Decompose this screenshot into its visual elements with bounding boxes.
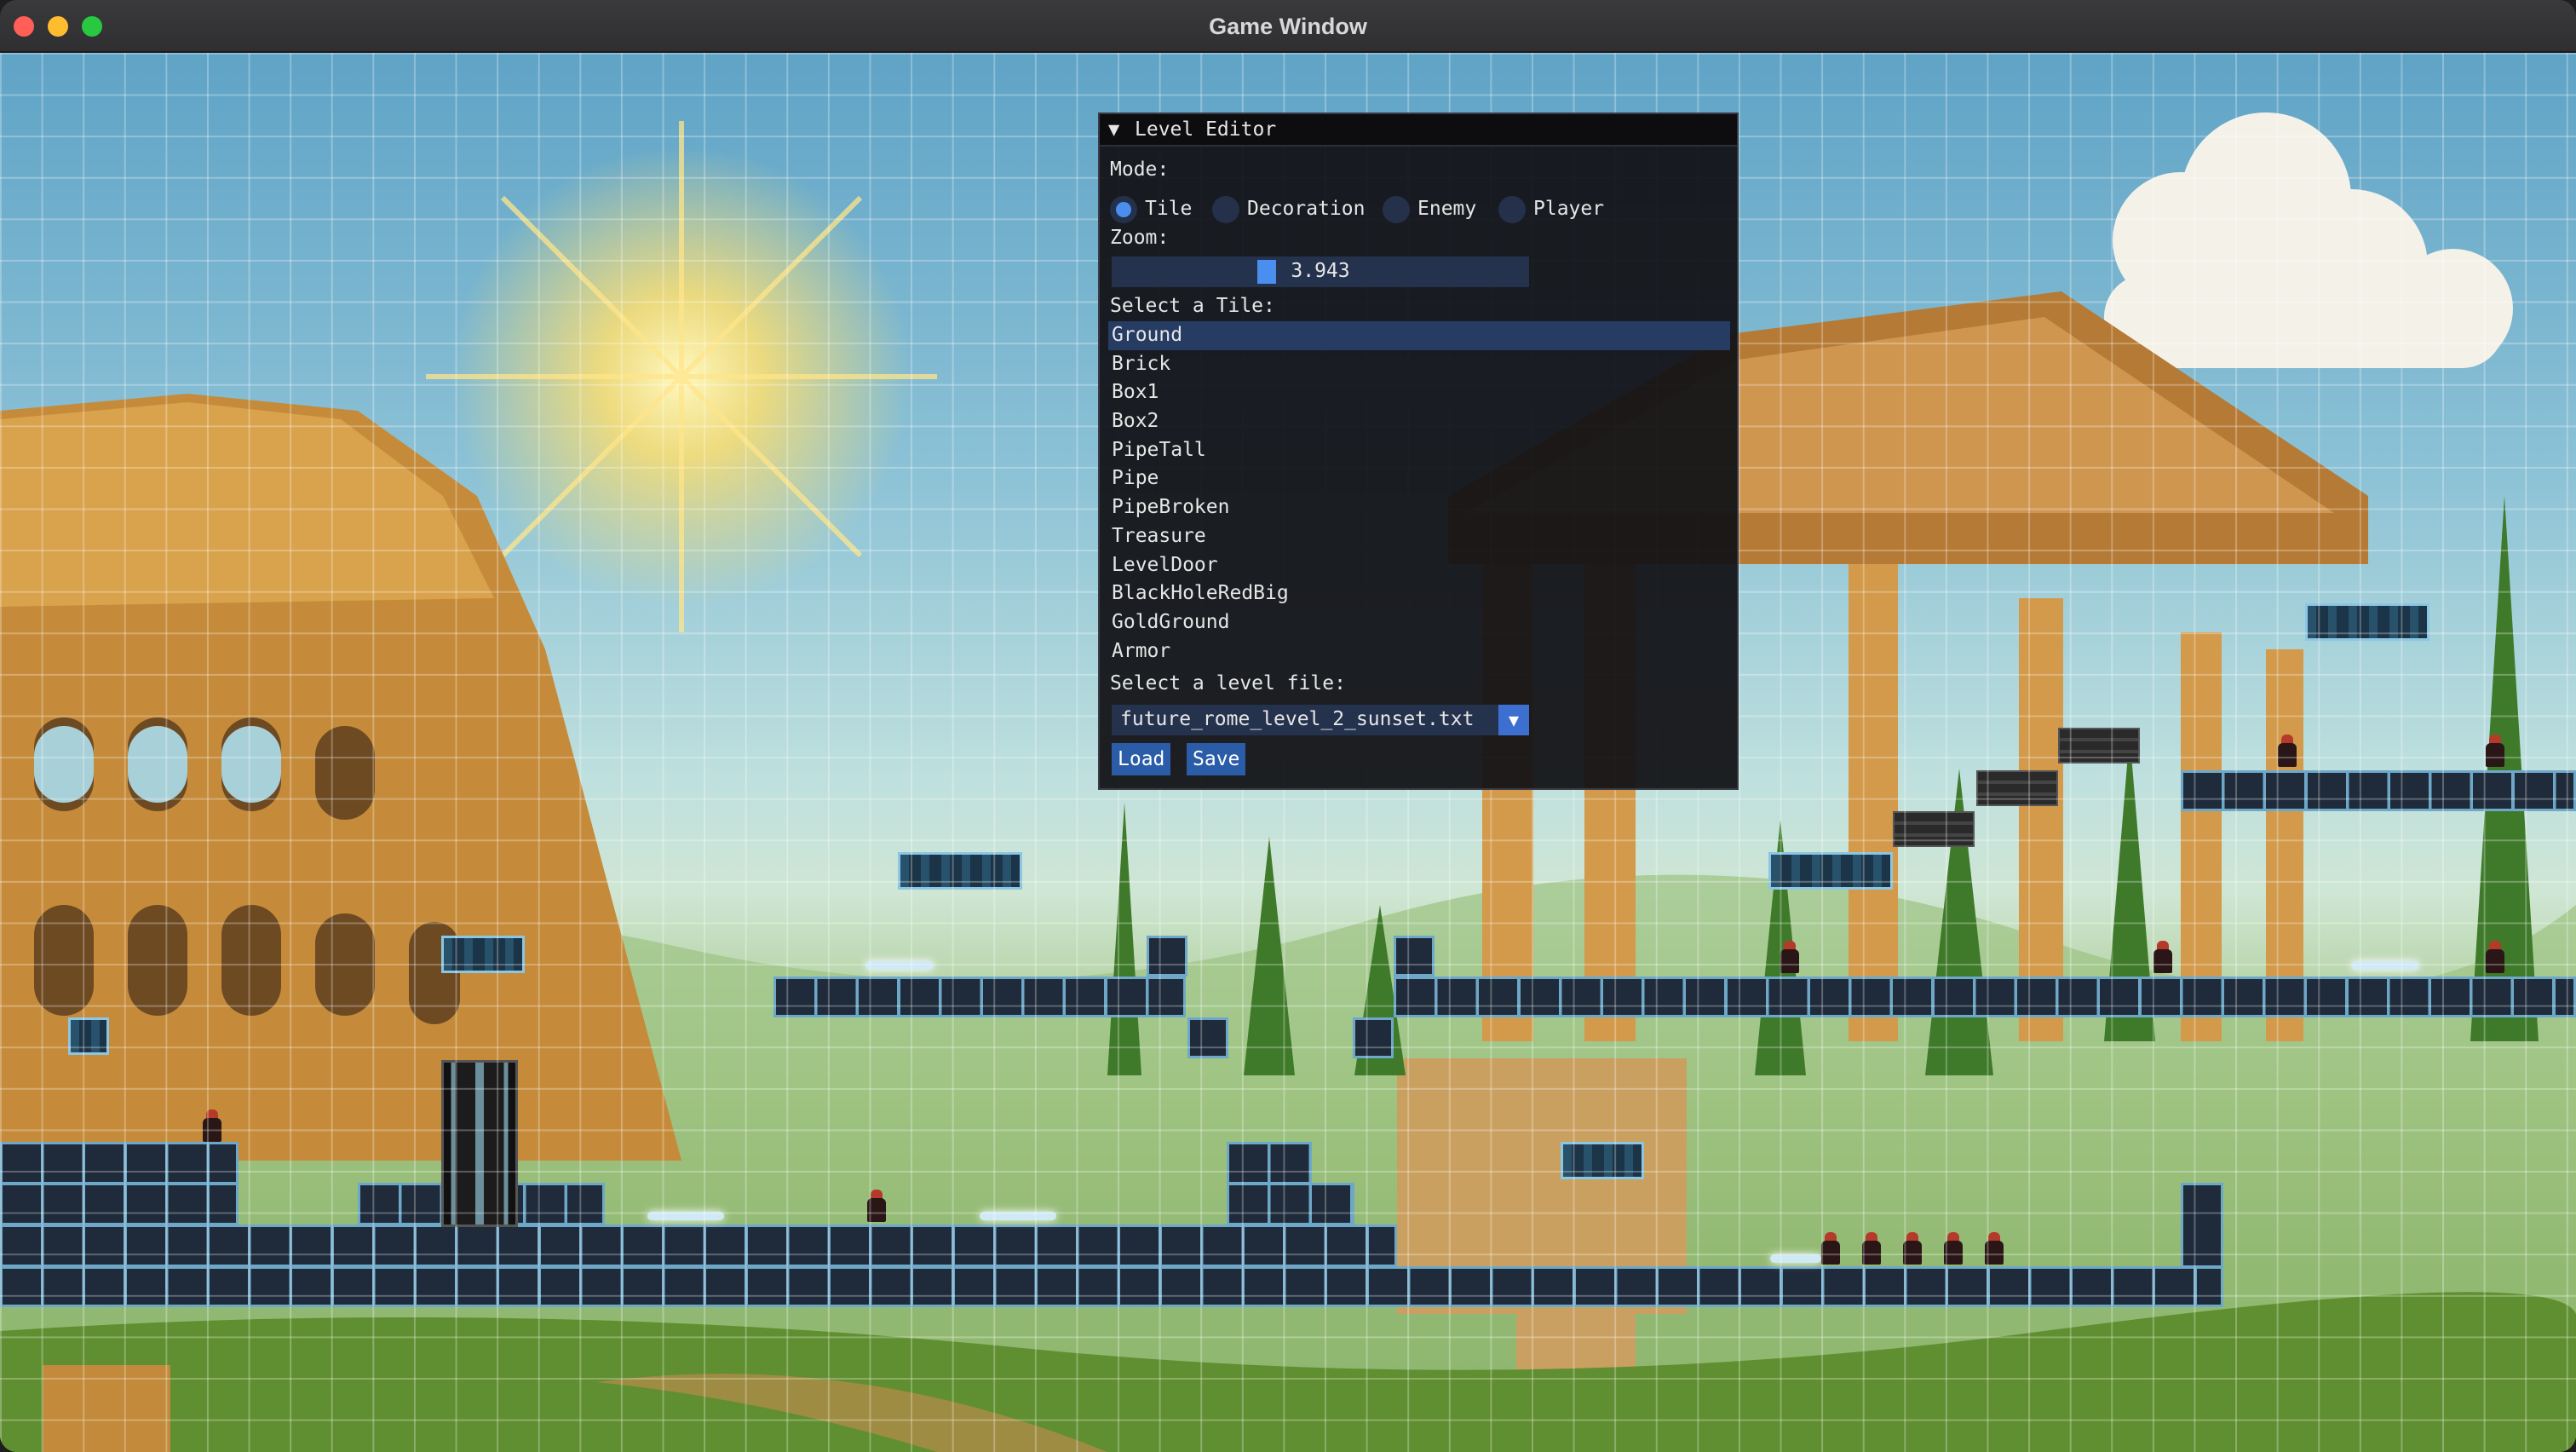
game-window: Game Window ▼ Level Editor Mode: Tile De…	[0, 0, 2576, 1452]
crate-row-3	[1768, 852, 1893, 890]
save-button[interactable]: Save	[1187, 743, 1246, 775]
platform-mid-right	[1394, 977, 2576, 1017]
ground-pillar-right	[2181, 1183, 2223, 1268]
mode-radio-label: Player	[1533, 198, 1605, 220]
platform-block	[1147, 936, 1187, 977]
tile-item-pipe[interactable]: Pipe	[1108, 464, 1730, 493]
level-file-dropdown[interactable]: future_rome_level_2_sunset.txt ▼	[1112, 705, 1529, 735]
tile-item-brick[interactable]: Brick	[1108, 350, 1730, 379]
level-editor-panel[interactable]: ▼ Level Editor Mode: Tile Decoration Ene…	[1098, 112, 1739, 790]
brick-platform-3	[1893, 811, 1975, 847]
mode-radio-label: Decoration	[1247, 198, 1366, 220]
tile-item-pipetall[interactable]: PipeTall	[1108, 436, 1730, 465]
enemy-soldier	[1980, 1232, 2009, 1265]
crate-row-2	[441, 936, 525, 973]
editor-title-bar[interactable]: ▼ Level Editor	[1100, 114, 1737, 147]
enemy-soldier	[1775, 941, 1804, 973]
crate-row-4	[2305, 603, 2429, 641]
crate-row-5	[1561, 1142, 1644, 1179]
enemy-soldier	[1816, 1232, 1845, 1265]
window-title: Game Window	[1209, 14, 1367, 39]
crate-single	[68, 1017, 109, 1055]
tile-select-label: Select a Tile:	[1110, 295, 1275, 317]
cloud	[2104, 112, 2513, 368]
jump-pad	[647, 1212, 724, 1220]
zoom-value: 3.943	[1291, 260, 1350, 282]
radio-icon	[1110, 196, 1137, 223]
radio-icon	[1383, 196, 1410, 223]
platform-high-right	[2181, 770, 2576, 811]
editor-title: Level Editor	[1135, 118, 1277, 141]
jump-pad	[1770, 1254, 1821, 1263]
crate-row-1	[898, 852, 1022, 890]
enemy-soldier	[1939, 1232, 1968, 1265]
platform-block-2	[1394, 936, 1435, 977]
platform-block-low-2	[1353, 1017, 1394, 1058]
ground-ledge-left-upper	[0, 1142, 239, 1184]
tile-item-pipebroken[interactable]: PipeBroken	[1108, 493, 1730, 522]
level-file-label: Select a level file:	[1110, 672, 1346, 694]
enemy-soldier	[862, 1190, 891, 1222]
tile-item-armor[interactable]: Armor	[1108, 637, 1730, 666]
ground-row-middle	[0, 1224, 1397, 1267]
pipe-tall	[441, 1060, 518, 1227]
ground-step-2	[1227, 1183, 1354, 1225]
platform-block-low	[1187, 1017, 1228, 1058]
mode-radio-label: Enemy	[1417, 198, 1477, 220]
zoom-slider[interactable]: 3.943	[1112, 256, 1529, 287]
tile-item-blackholeredbig[interactable]: BlackHoleRedBig	[1108, 579, 1730, 608]
enemy-soldier	[2273, 735, 2302, 767]
tile-item-leveldoor[interactable]: LevelDoor	[1108, 551, 1730, 580]
enemy-soldier	[2481, 941, 2510, 973]
broken-column	[43, 1365, 170, 1452]
dropdown-arrow-icon[interactable]: ▼	[1498, 705, 1529, 735]
ground-ledge-left	[0, 1183, 239, 1225]
tile-item-treasure[interactable]: Treasure	[1108, 522, 1730, 551]
tile-item-ground[interactable]: Ground	[1108, 321, 1730, 350]
enemy-soldier	[2481, 735, 2510, 767]
brick-platform-2	[1976, 770, 2058, 806]
tile-list[interactable]: Ground Brick Box1 Box2 PipeTall Pipe Pip…	[1108, 321, 1730, 666]
zoom-label: Zoom:	[1110, 227, 1170, 249]
tile-item-box2[interactable]: Box2	[1108, 407, 1730, 436]
mode-label: Mode:	[1110, 158, 1170, 181]
brick-platform-1	[2058, 728, 2140, 763]
tile-item-box1[interactable]: Box1	[1108, 378, 1730, 407]
tile-item-goldground[interactable]: GoldGround	[1108, 608, 1730, 637]
enemy-soldier	[2148, 941, 2177, 973]
radio-icon	[1498, 196, 1526, 223]
jump-pad	[2351, 961, 2419, 970]
ground-row-bottom	[0, 1266, 2223, 1307]
jump-pad	[865, 961, 934, 970]
mode-radio-label: Tile	[1145, 198, 1193, 220]
collapse-arrow-icon[interactable]: ▼	[1108, 119, 1119, 141]
ground-step-3	[1227, 1142, 1312, 1184]
level-file-value: future_rome_level_2_sunset.txt	[1120, 708, 1475, 730]
platform-mid-left	[773, 977, 1186, 1017]
enemy-soldier	[198, 1109, 227, 1142]
jump-pad	[980, 1212, 1056, 1220]
load-button[interactable]: Load	[1112, 743, 1171, 775]
enemy-soldier	[1898, 1232, 1927, 1265]
radio-icon	[1212, 196, 1239, 223]
enemy-soldier	[1857, 1232, 1886, 1265]
title-bar: Game Window	[0, 0, 2576, 53]
